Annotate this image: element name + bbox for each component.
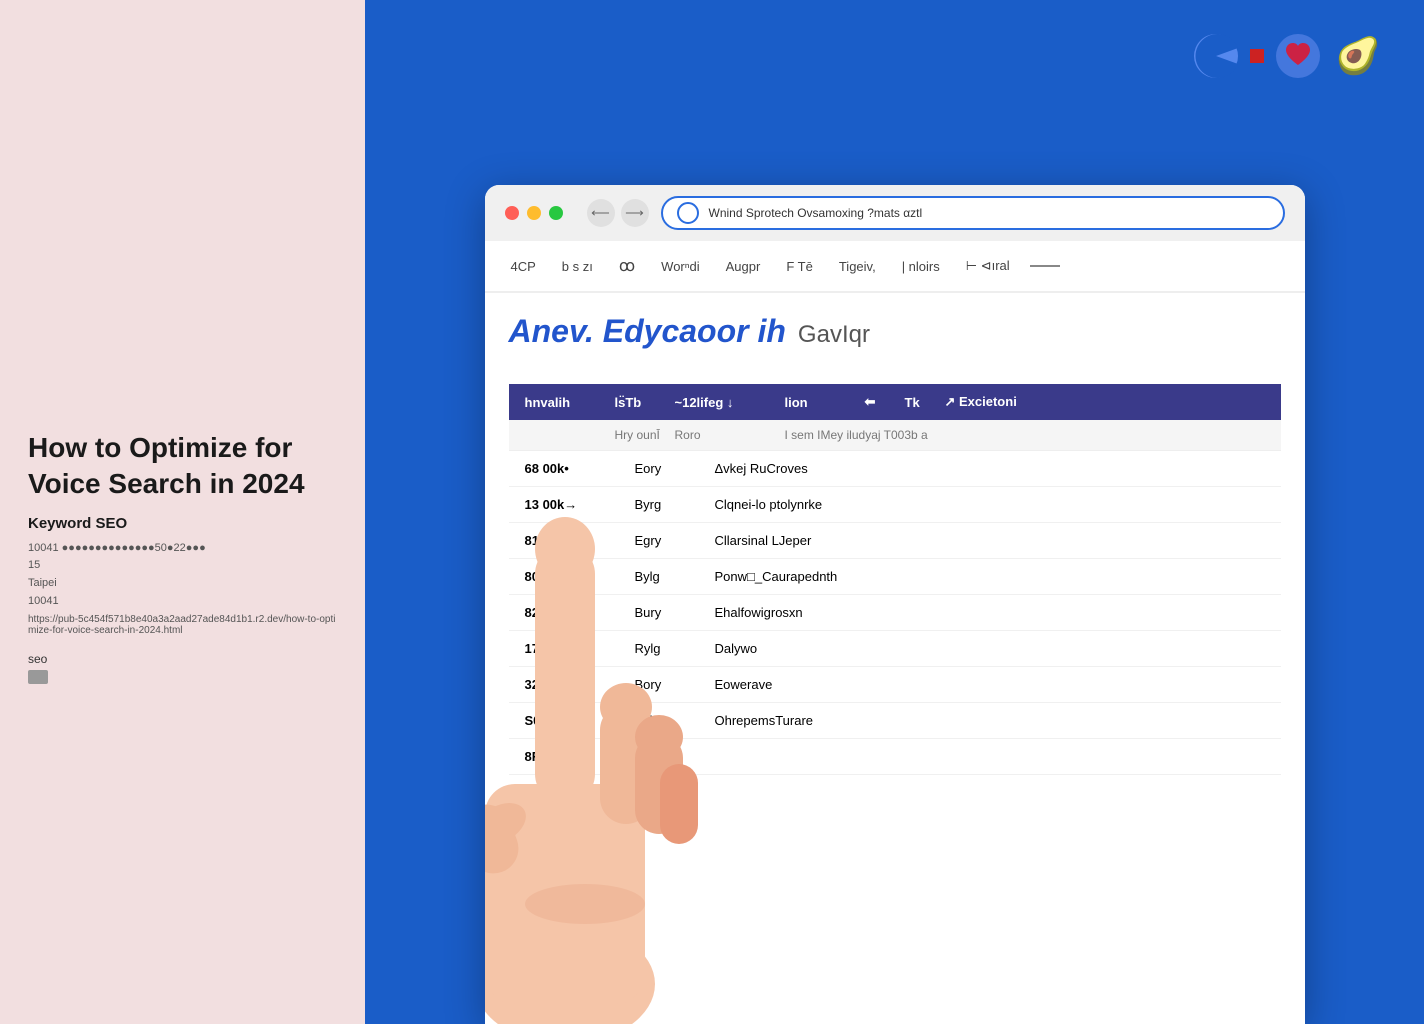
row-name-4: Bury <box>635 605 695 620</box>
th-lion: lion <box>785 395 865 410</box>
page-header-part1: Anev. Edycaoor ih <box>509 313 786 350</box>
tab-indicator <box>1030 265 1060 267</box>
th-arrow: ⬅ <box>865 394 905 410</box>
tag-icon <box>28 670 48 684</box>
forward-button[interactable]: ⟶ <box>621 199 649 227</box>
nav-tab-8[interactable]: ⊢ ⊲ıral <box>956 252 1020 280</box>
table-row: 8F 00k• <box>509 739 1281 775</box>
row-name-2: Egry <box>635 533 695 548</box>
url-text: Wnind Sprotech Ovsamoxing ?mats αztl <box>709 206 1269 220</box>
row-num-5: 17 00k• <box>525 641 615 656</box>
row-name-6: Bory <box>635 677 695 692</box>
sidebar-meta: 10041 ●●●●●●●●●●●●●●50●22●●● 15 Taipei 1… <box>28 540 337 610</box>
sidebar-title: How to Optimize for Voice Search in 2024 <box>28 430 337 503</box>
row-num-4: 82 00k• <box>525 605 615 620</box>
red-dot <box>1250 49 1264 63</box>
subh-empty <box>525 428 615 442</box>
nav-tab-5[interactable]: F Tē <box>776 253 823 280</box>
table-row: 80 00k• Bylg Ponw□_Caurapednth <box>509 559 1281 595</box>
meta-id: 10041 <box>28 542 59 554</box>
row-num-0: 68 00k• <box>525 461 615 476</box>
th-excietoni: ↗ Excietoni <box>945 394 1265 410</box>
pacman-icon <box>1190 30 1242 82</box>
row-desc-5: Dalywo <box>715 641 1265 656</box>
url-icon <box>677 202 699 224</box>
th-hnvalih: hnvalih <box>525 395 615 410</box>
nav-buttons: ⟵ ⟶ <box>587 199 649 227</box>
nav-tab-7[interactable]: | nloirs <box>892 253 950 280</box>
table-row: S0 00k• Nillv OhrepemsTurare <box>509 703 1281 739</box>
sidebar-url: https://pub-5c454f571b8e40a3a2aad27ade84… <box>28 614 337 636</box>
row-num-7: S0 00k• <box>525 713 615 728</box>
row-num-1: 13 00k→ <box>525 497 615 512</box>
top-bar: 🥑 <box>365 0 1424 185</box>
nav-tab-3[interactable]: Worⁿdi <box>651 253 709 280</box>
subh-hryoun: Hry ounĪ <box>615 428 675 442</box>
subh-desc: I sem IMey iludyaj T003b a <box>785 428 1265 442</box>
avocado-icon: 🥑 <box>1332 30 1384 82</box>
row-name-3: Bylg <box>635 569 695 584</box>
table-subheader: Hry ounĪ Roro I sem IMey iludyaj T003b a <box>509 420 1281 451</box>
back-button[interactable]: ⟵ <box>587 199 615 227</box>
tag-label: seo <box>28 652 337 666</box>
table-row: 13 00k→ Byrg Clqnei-lo ptolynrke <box>509 487 1281 523</box>
row-num-8: 8F 00k• <box>525 749 615 764</box>
row-desc-4: Ehalfowigrosxn <box>715 605 1265 620</box>
nav-tab-0[interactable]: 4CP <box>501 253 546 280</box>
sidebar-tag: seo <box>28 652 337 687</box>
heart-icon <box>1272 30 1324 82</box>
sidebar-subtitle: Keyword SEO <box>28 515 337 532</box>
th-tk: Tk <box>905 395 945 410</box>
table-header-row: hnvalih ls̈Tb ~12lifeg ↓ lion ⬅ Tk ↗ Exc… <box>509 384 1281 420</box>
table-row: 82 00k• Bury Ehalfowigrosxn <box>509 595 1281 631</box>
row-num-6: 32 00k• <box>525 677 615 692</box>
row-num-3: 80 00k• <box>525 569 615 584</box>
browser-window: ⟵ ⟶ Wnind Sprotech Ovsamoxing ?mats αztl… <box>485 185 1305 1024</box>
row-name-7: Nillv <box>635 713 695 728</box>
browser-titlebar: ⟵ ⟶ Wnind Sprotech Ovsamoxing ?mats αztl <box>485 185 1305 241</box>
table-row: 81 00k• Egry Cllarsinal LJeper <box>509 523 1281 559</box>
meta-code: 10041 <box>28 595 59 607</box>
table-row: 68 00k• Eory Δvkej RuCroves <box>509 451 1281 487</box>
row-desc-0: Δvkej RuCroves <box>715 461 1265 476</box>
nav-tab-4[interactable]: Augpr <box>716 253 771 280</box>
nav-tab-2[interactable]: ꝏ <box>609 250 645 282</box>
row-name-0: Eory <box>635 461 695 476</box>
close-button[interactable] <box>505 206 519 220</box>
nav-tab-1[interactable]: b s zı <box>552 253 603 280</box>
top-icons: 🥑 <box>1190 30 1384 82</box>
sidebar: How to Optimize for Voice Search in 2024… <box>0 0 365 1024</box>
table-row: 32 00k• Bory Eowerave <box>509 667 1281 703</box>
url-bar[interactable]: Wnind Sprotech Ovsamoxing ?mats αztl <box>661 196 1285 230</box>
minimize-button[interactable] <box>527 206 541 220</box>
row-name-5: Rylg <box>635 641 695 656</box>
row-desc-2: Cllarsinal LJeper <box>715 533 1265 548</box>
row-desc-6: Eowerave <box>715 677 1265 692</box>
main-area: 🥑 ⟵ ⟶ Wnind Sprotech Ovsamoxing ?mats αz… <box>365 0 1424 1024</box>
row-desc-1: Clqnei-lo ptolynrke <box>715 497 1265 512</box>
th-lstb: ls̈Tb <box>615 395 675 410</box>
browser-content: Anev. Edycaoor ih GavIqr hnvalih ls̈Tb ~… <box>485 293 1305 795</box>
row-name-1: Byrg <box>635 497 695 512</box>
maximize-button[interactable] <box>549 206 563 220</box>
browser-nav-tabs: 4CP b s zı ꝏ Worⁿdi Augpr F Tē Tigeiv, |… <box>485 241 1305 293</box>
row-desc-7: OhrepemsTurare <box>715 713 1265 728</box>
th-12lifeg: ~12lifeg ↓ <box>675 395 785 410</box>
row-num-2: 81 00k• <box>525 533 615 548</box>
meta-dots: ●●●●●●●●●●●●●●50●22●●● <box>62 542 206 554</box>
traffic-lights <box>505 206 563 220</box>
page-header-part2: GavIqr <box>798 321 870 349</box>
table-body: 68 00k• Eory Δvkej RuCroves 13 00k→ Byrg… <box>509 451 1281 775</box>
table-row: 17 00k• Rylg Dalywo <box>509 631 1281 667</box>
meta-city: Taipei <box>28 577 57 589</box>
subh-roro: Roro <box>675 428 785 442</box>
meta-num: 15 <box>28 559 40 571</box>
row-desc-3: Ponw□_Caurapednth <box>715 569 1265 584</box>
nav-tab-6[interactable]: Tigeiv, <box>829 253 886 280</box>
